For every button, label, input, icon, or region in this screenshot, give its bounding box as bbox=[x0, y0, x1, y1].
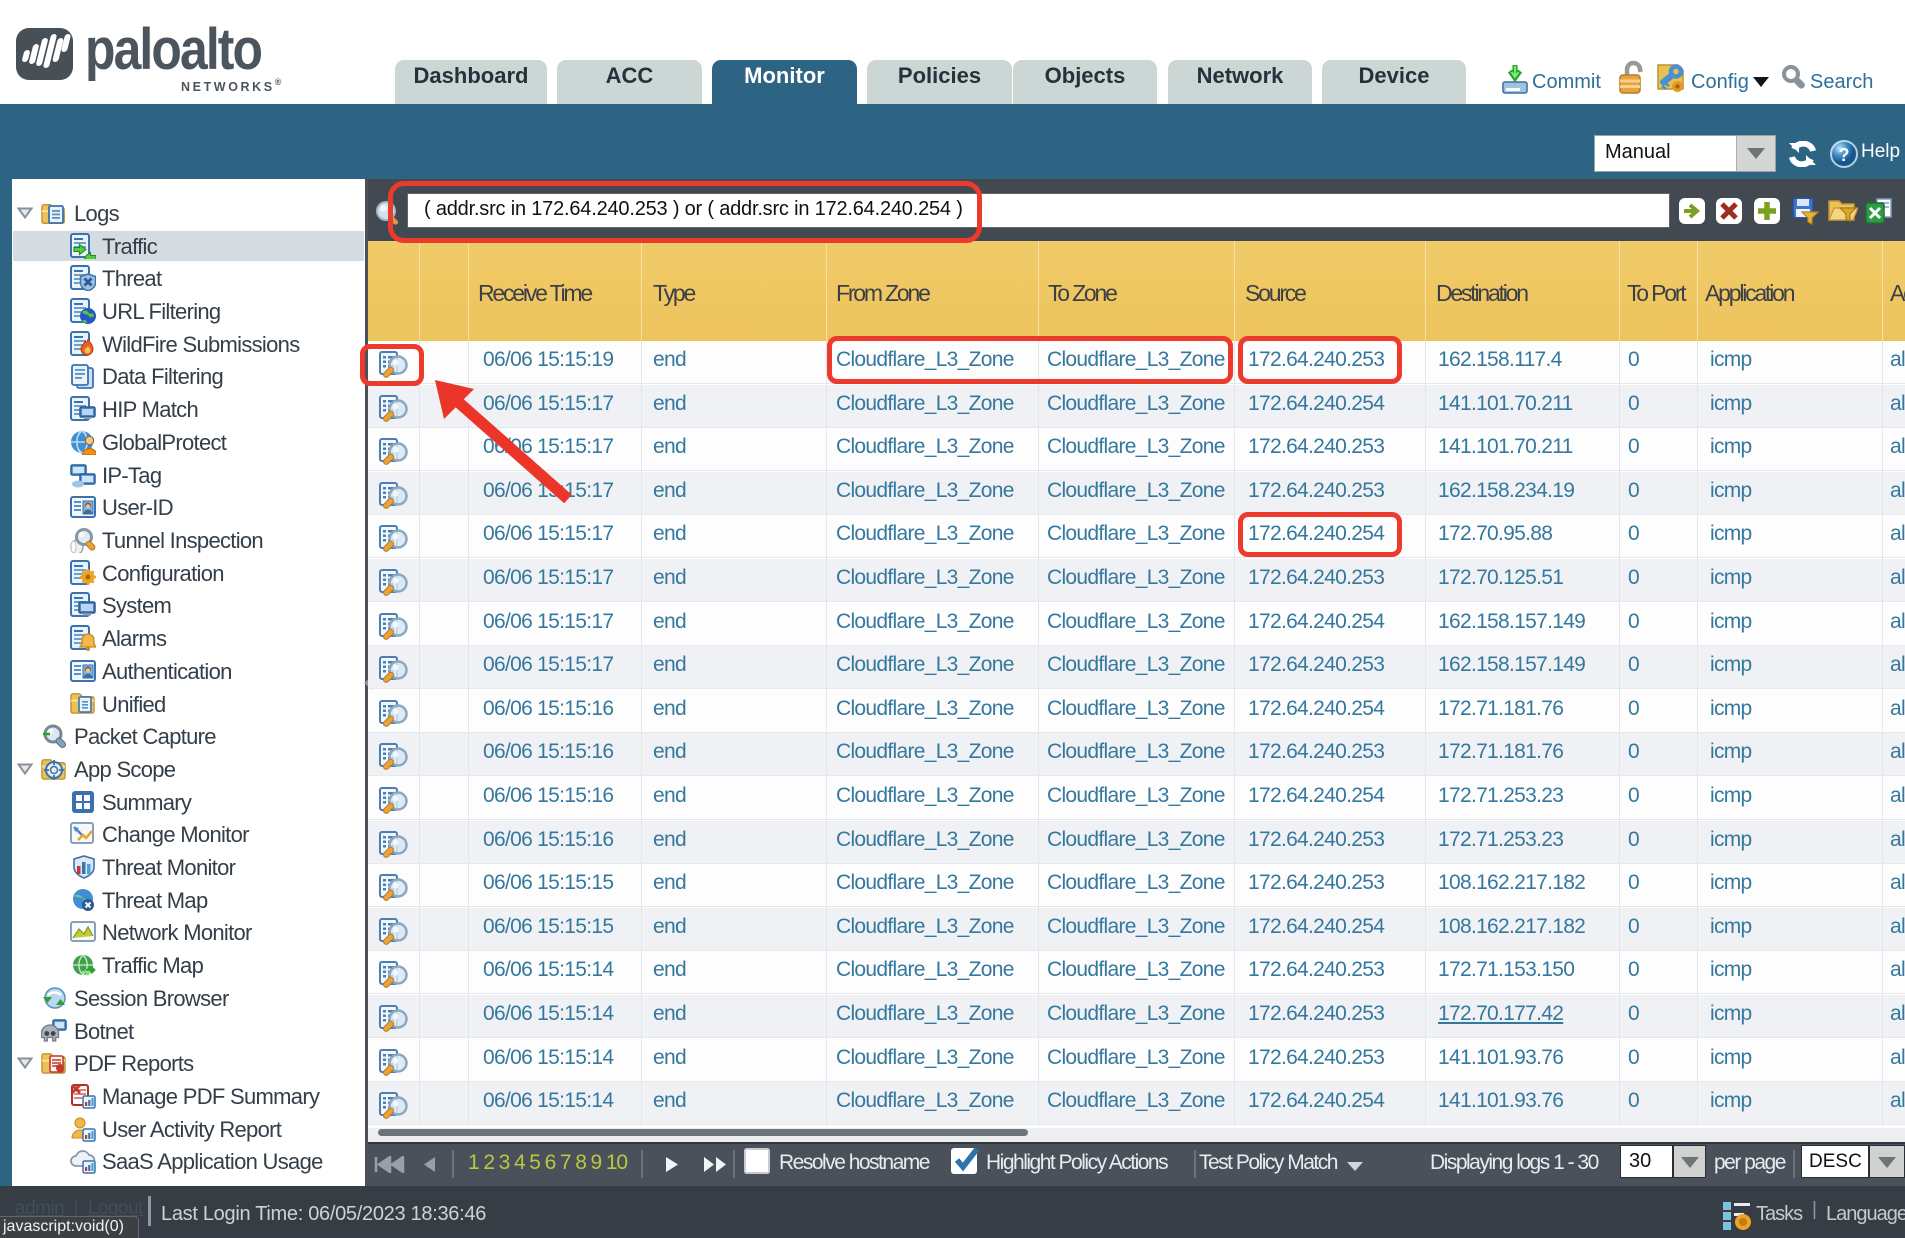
svg-text:?: ? bbox=[1839, 145, 1850, 165]
